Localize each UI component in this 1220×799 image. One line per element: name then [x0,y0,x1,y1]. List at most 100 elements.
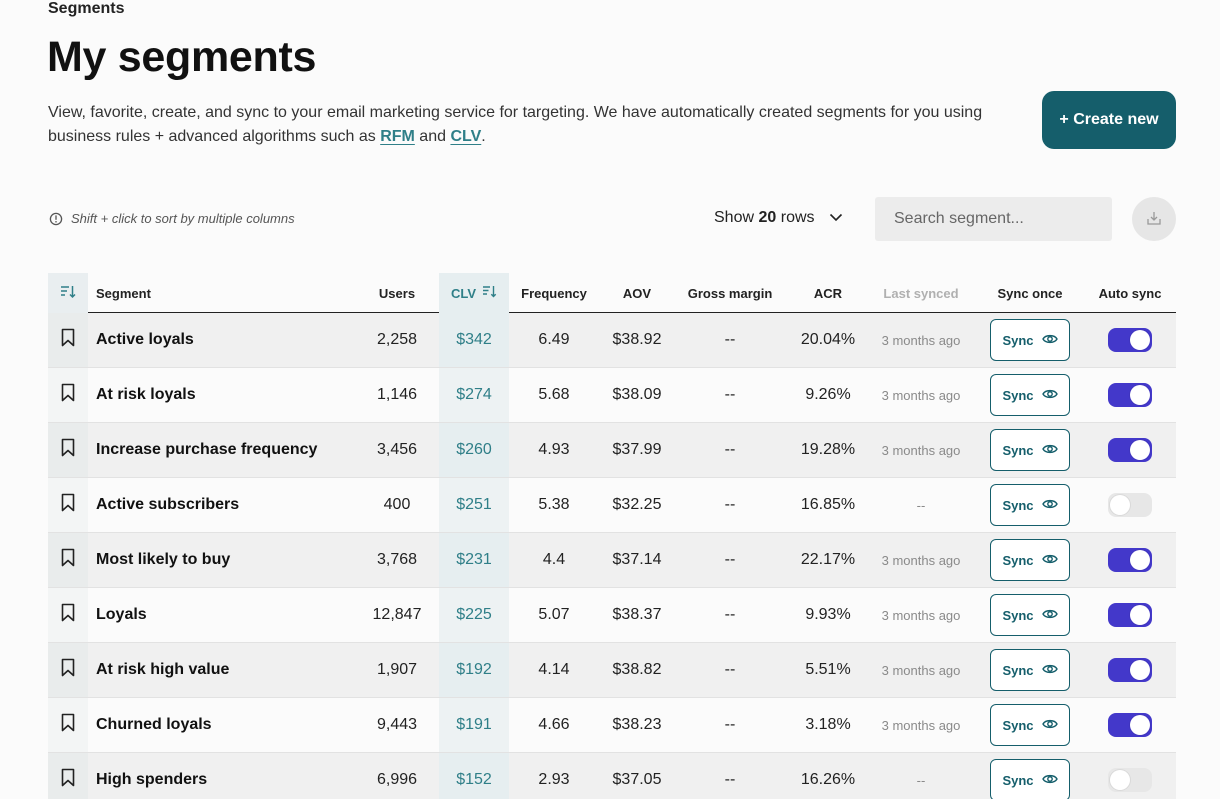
sync-button[interactable]: Sync [990,539,1070,581]
users-value: 3,456 [376,441,418,458]
auto-sync-toggle[interactable] [1108,768,1152,792]
bookmark-button[interactable] [48,368,88,422]
table-row[interactable]: At risk loyals 1,146 $274 5.68 $38.09 -- 9.26%… [48,368,1176,423]
toggle-knob [1130,330,1150,350]
sync-once-cell: Sync [988,588,1072,642]
bookmark-button[interactable] [48,423,88,477]
col-header-clv-label: CLV [450,285,477,301]
segment-name[interactable]: Active loyals [96,313,194,367]
bookmark-button[interactable] [48,643,88,697]
segment-name[interactable]: Churned loyals [96,698,212,752]
sync-once-cell: Sync [988,478,1072,532]
table-row[interactable]: Active subscribers 400 $251 5.38 $32.25 -- 16.… [48,478,1176,533]
bookmark-button[interactable] [48,698,88,752]
acr-value: 5.51% [805,661,851,678]
sync-button[interactable]: Sync [990,759,1070,799]
table-row[interactable]: Churned loyals 9,443 $191 4.66 $38.23 -- 3.18%… [48,698,1176,753]
segment-name[interactable]: High spenders [96,753,207,799]
acr-value: 22.17% [800,551,856,568]
segment-name[interactable]: At risk loyals [96,368,196,422]
download-button[interactable] [1132,197,1176,241]
bookmark-icon [61,548,75,572]
aov-value: $38.09 [612,386,662,403]
col-header-aov[interactable]: AOV [597,273,677,313]
table-row[interactable]: At risk high value 1,907 $192 4.14 $38.82 -- 5… [48,643,1176,698]
col-header-frequency[interactable]: Frequency [514,273,594,313]
acr-value: 16.26% [800,771,856,788]
aov-value: $37.14 [612,551,662,568]
description-text: View, favorite, create, and sync to your… [48,104,983,145]
bookmark-icon [61,603,75,627]
gross-margin-value: -- [724,661,736,678]
col-header-users[interactable]: Users [357,273,437,313]
sync-button[interactable]: Sync [990,704,1070,746]
segment-name[interactable]: Most likely to buy [96,533,230,587]
segment-name[interactable]: Loyals [96,588,147,642]
bookmark-icon [61,328,75,352]
gross-margin-value: -- [724,441,736,458]
auto-sync-toggle[interactable] [1108,383,1152,407]
clv-link[interactable]: CLV [450,128,481,145]
last-synced-value: 3 months ago [881,332,961,348]
search-input[interactable] [875,197,1112,241]
rows-per-page-select[interactable]: Show 20 rows [714,209,843,227]
col-header-clv[interactable]: CLV [439,273,509,313]
segment-name[interactable]: At risk high value [96,643,229,697]
acr-value: 20.04% [800,331,856,348]
table-row[interactable]: Active loyals 2,258 $342 6.49 $38.92 -- 20.04%… [48,313,1176,368]
sync-once-cell: Sync [988,423,1072,477]
last-synced-value: 3 months ago [881,442,961,458]
sync-button[interactable]: Sync [990,649,1070,691]
auto-sync-toggle[interactable] [1108,328,1152,352]
segment-name[interactable]: Increase purchase frequency [96,423,317,477]
auto-sync-cell [1090,533,1170,587]
eye-icon [1041,663,1058,678]
clv-value: $152 [439,753,509,799]
bookmark-button[interactable] [48,478,88,532]
aov-value: $38.92 [612,331,662,348]
table-row[interactable]: Increase purchase frequency 3,456 $260 4.93… [48,423,1176,478]
sync-button[interactable]: Sync [990,594,1070,636]
auto-sync-toggle[interactable] [1108,548,1152,572]
users-value: 1,146 [376,386,418,403]
auto-sync-toggle[interactable] [1108,658,1152,682]
col-header-acr[interactable]: ACR [788,273,868,313]
auto-sync-toggle[interactable] [1108,603,1152,627]
sync-button-label: Sync [1002,497,1034,513]
auto-sync-toggle[interactable] [1108,713,1152,737]
col-header-gross-margin[interactable]: Gross margin [680,273,780,313]
bookmark-button[interactable] [48,588,88,642]
bookmark-button[interactable] [48,533,88,587]
col-header-last-synced[interactable]: Last synced [871,273,971,313]
eye-icon [1041,333,1058,348]
sort-columns-button[interactable] [48,273,88,313]
acr-value: 9.93% [805,606,851,623]
last-synced-value: 3 months ago [881,607,961,623]
sort-hint: Shift + click to sort by multiple column… [49,211,295,226]
gross-margin-value: -- [724,386,736,403]
table-body: Active loyals 2,258 $342 6.49 $38.92 -- 20.04%… [48,313,1176,799]
bookmark-icon [61,383,75,407]
bookmark-icon [61,493,75,517]
rfm-link[interactable]: RFM [380,128,415,145]
auto-sync-toggle[interactable] [1108,493,1152,517]
sync-button[interactable]: Sync [990,484,1070,526]
sync-button[interactable]: Sync [990,374,1070,416]
sync-button[interactable]: Sync [990,319,1070,361]
create-new-button[interactable]: + Create new [1042,91,1176,149]
bookmark-button[interactable] [48,753,88,799]
eye-icon [1041,773,1058,788]
breadcrumb[interactable]: Segments [48,0,124,18]
sync-button[interactable]: Sync [990,429,1070,471]
bookmark-icon [61,438,75,462]
gross-margin-value: -- [724,331,736,348]
segment-name[interactable]: Active subscribers [96,478,239,532]
table-row[interactable]: High spenders 6,996 $152 2.93 $37.05 -- 16.26%… [48,753,1176,799]
bookmark-button[interactable] [48,313,88,367]
users-value: 400 [383,496,411,513]
table-row[interactable]: Most likely to buy 3,768 $231 4.4 $37.14 -- 22… [48,533,1176,588]
table-row[interactable]: Loyals 12,847 $225 5.07 $38.37 -- 9.93% 3 month… [48,588,1176,643]
frequency-value: 6.49 [538,331,570,348]
col-header-segment[interactable]: Segment [96,273,151,313]
auto-sync-toggle[interactable] [1108,438,1152,462]
